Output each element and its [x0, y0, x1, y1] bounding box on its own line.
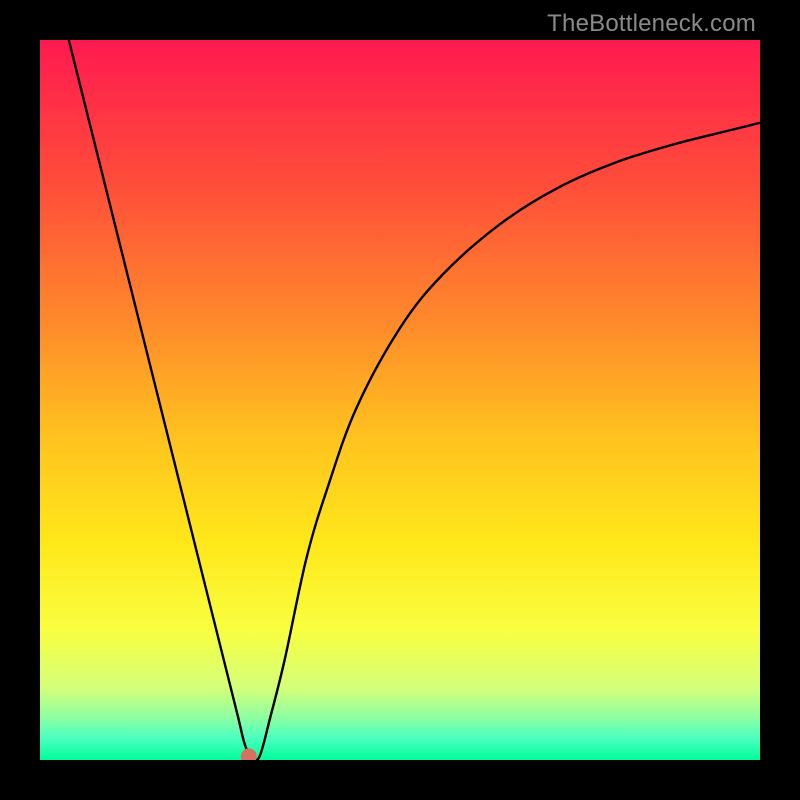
chart-frame: [40, 40, 760, 760]
chart-background-gradient: [40, 40, 760, 760]
bottleneck-chart: [40, 40, 760, 760]
watermark-text: TheBottleneck.com: [547, 10, 756, 38]
